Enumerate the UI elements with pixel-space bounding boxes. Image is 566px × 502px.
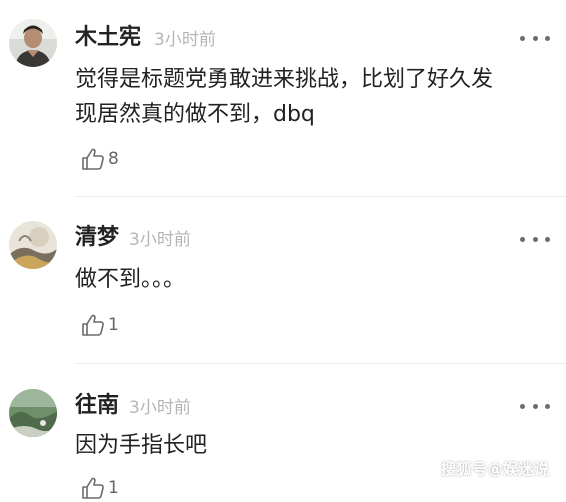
like-count: 1 bbox=[108, 478, 119, 498]
thumbs-up-icon bbox=[82, 477, 104, 499]
comment-time: 3小时前 bbox=[129, 398, 191, 418]
landscape-photo-avatar-icon bbox=[9, 389, 57, 437]
comment-item: 往南 3小时前 因为手指长吧 1 bbox=[0, 0, 566, 499]
watermark: 搜狐号@娱迷说 bbox=[441, 460, 550, 478]
comment-author[interactable]: 往南 bbox=[75, 392, 119, 420]
more-dots-icon[interactable] bbox=[520, 401, 550, 411]
avatar[interactable] bbox=[9, 389, 57, 437]
like-button[interactable]: 1 bbox=[80, 474, 119, 502]
